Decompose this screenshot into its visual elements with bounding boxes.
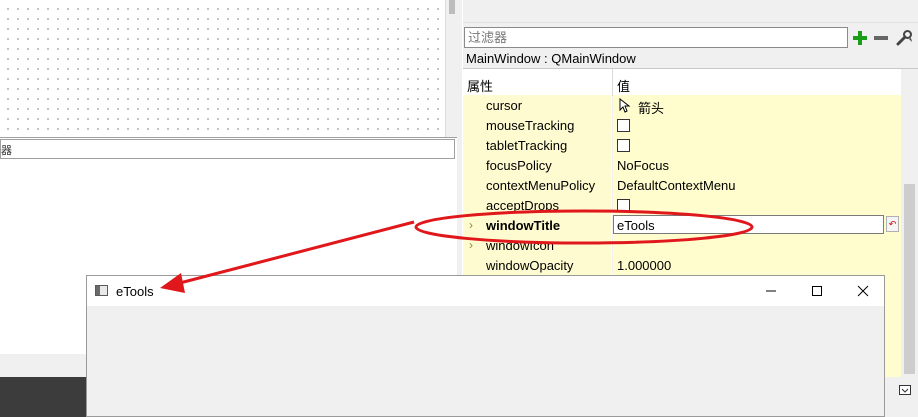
annotation-overlay [160, 209, 754, 293]
annotation-arrowhead [160, 273, 185, 293]
annotation-arrow-line [175, 220, 415, 286]
highlight-ellipse [414, 209, 754, 245]
